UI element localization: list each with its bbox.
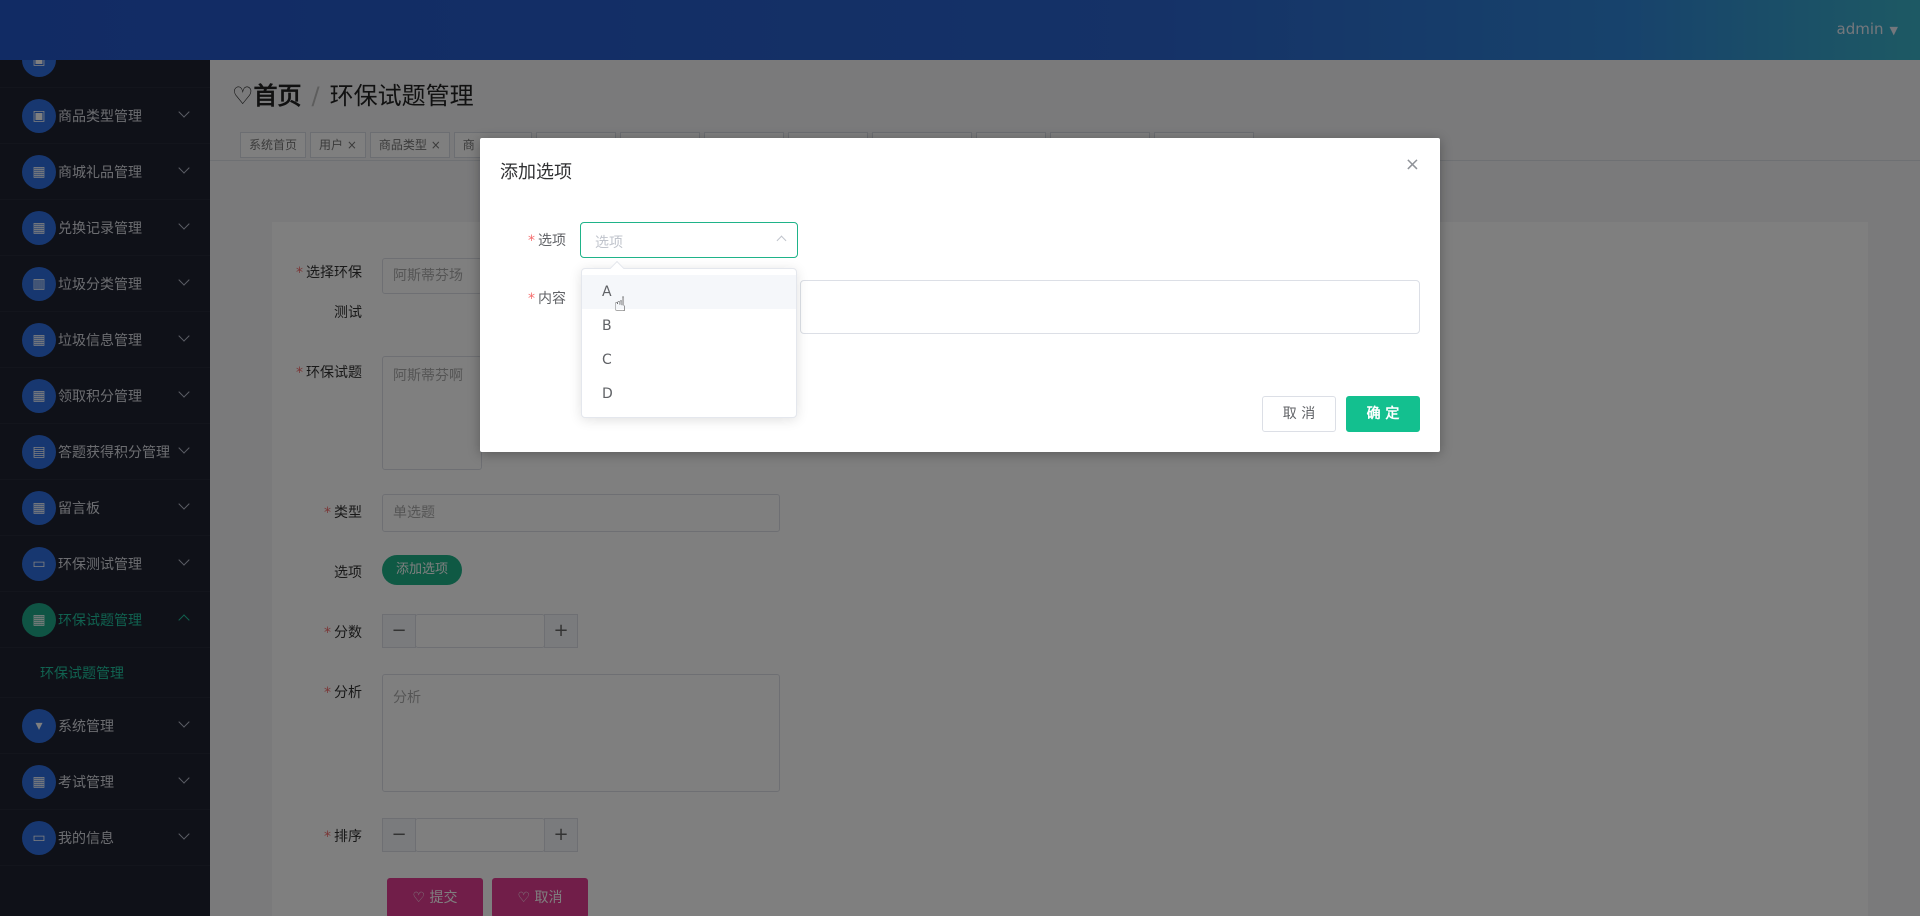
dialog-content-label: * 内容 (528, 291, 566, 307)
content-textarea[interactable] (800, 280, 1420, 334)
dialog-title: 添加选项 (500, 162, 572, 183)
option-select[interactable]: 选项 (580, 222, 798, 258)
dialog-confirm-button[interactable]: 确 定 (1346, 396, 1420, 432)
option-dropdown: A B C D (581, 260, 797, 418)
dialog-option-label: * 选项 (528, 233, 566, 249)
chevron-up-icon (776, 235, 787, 246)
option-select-placeholder: 选项 (595, 235, 623, 251)
close-icon[interactable]: × (1405, 154, 1420, 175)
dialog-cancel-button[interactable]: 取 消 (1262, 396, 1336, 432)
hand-cursor-icon: ☝ (614, 292, 627, 316)
dropdown-option-c[interactable]: C (582, 343, 796, 377)
dropdown-option-d[interactable]: D (582, 377, 796, 411)
